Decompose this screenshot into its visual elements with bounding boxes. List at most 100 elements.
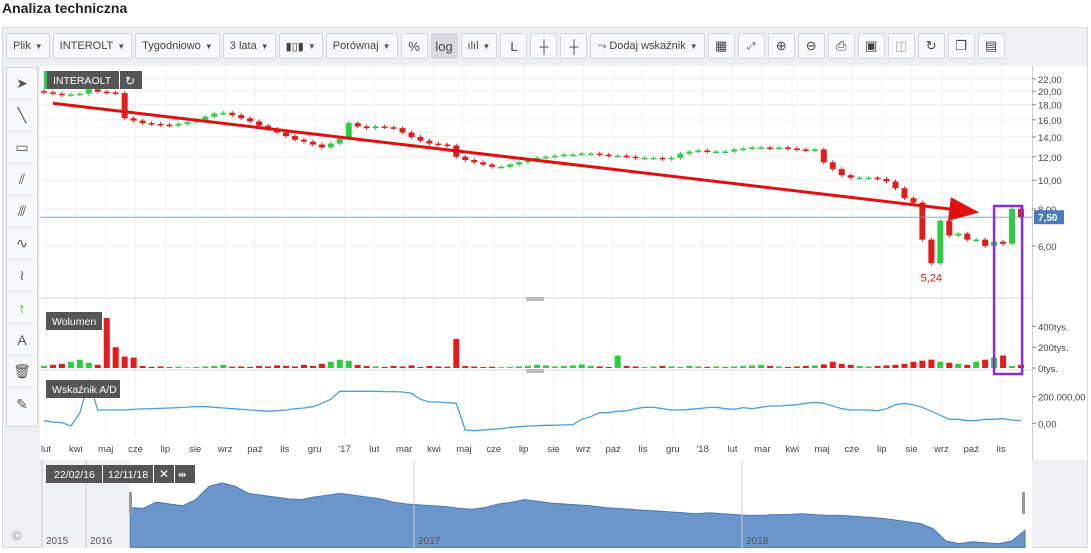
ruler-tool[interactable]: ✎: [7, 388, 37, 420]
arrow-tool[interactable]: ↑: [7, 292, 37, 324]
candle: [130, 118, 137, 121]
volume-bar: [256, 365, 263, 368]
candle: [964, 233, 971, 240]
candle: [838, 169, 845, 176]
log-button[interactable]: log: [430, 33, 458, 59]
volume-bar: [560, 365, 567, 368]
crosshair-value-button[interactable]: ┼: [560, 33, 588, 59]
candle: [85, 89, 92, 94]
x-tick-label: maj: [814, 444, 829, 455]
volume-bar: [865, 366, 872, 368]
grid-button[interactable]: ▦: [707, 33, 735, 59]
chart-image-button[interactable]: ◫: [887, 33, 915, 59]
volume-bar: [354, 364, 361, 368]
candle: [327, 143, 334, 148]
volume-bar: [103, 318, 110, 368]
candle: [632, 156, 639, 159]
volume-bar: [955, 363, 962, 368]
volume-bars-button[interactable]: ılıl ▼: [460, 33, 498, 59]
candle: [417, 136, 424, 141]
x-tick-label: maj: [456, 444, 471, 455]
candle: [67, 94, 74, 96]
candle: [614, 155, 621, 158]
parallel-tool[interactable]: ⫻: [7, 196, 37, 228]
window-button[interactable]: ❐: [947, 33, 975, 59]
volume-bar: [345, 360, 352, 368]
main-chart[interactable]: lut kwi maj cze lip sie wrz paź lis gru '17 lut mar k…: [40, 66, 1032, 460]
volume-bar: [901, 363, 908, 368]
rectangle-tool[interactable]: ▭: [7, 132, 37, 164]
min-price-label: 5,24: [921, 272, 942, 284]
cursor-tool[interactable]: ➤: [7, 68, 37, 100]
file-menu[interactable]: Plik ▼: [6, 33, 50, 59]
navigator-handle-left: [129, 492, 132, 514]
print-button[interactable]: ⎙: [827, 33, 855, 59]
volume-tick-label: 200tys.: [1038, 343, 1069, 354]
range-select[interactable]: 3 lata ▼: [222, 33, 276, 59]
volume-bar: [309, 365, 316, 368]
candle: [507, 164, 514, 167]
wave2-tool[interactable]: ≀: [7, 260, 37, 292]
zoom-in-button[interactable]: ⊕: [767, 33, 795, 59]
candle: [390, 127, 397, 129]
candle: [408, 132, 415, 137]
volume-bar: [569, 365, 576, 368]
volume-bar: [525, 365, 532, 368]
volume-bar: [973, 361, 980, 368]
zoom-out-button[interactable]: ⊖: [797, 33, 825, 59]
volume-bar: [291, 366, 298, 368]
volume-bar: [336, 359, 343, 368]
image-button[interactable]: ▣: [857, 33, 885, 59]
crosshair-button[interactable]: ┼: [530, 33, 558, 59]
compare-select[interactable]: Porównaj ▼: [325, 33, 398, 59]
fan-tool[interactable]: ⫽: [7, 164, 37, 196]
line-tool[interactable]: ╲: [7, 100, 37, 132]
volume-bar: [793, 366, 800, 368]
wave-tool[interactable]: ∿: [7, 228, 37, 260]
candle: [184, 122, 191, 124]
chart-type-select[interactable]: ▮▯▮ ▼: [278, 33, 323, 59]
refresh-button[interactable]: ↻: [917, 33, 945, 59]
volume-bar: [274, 365, 281, 368]
wave2-icon: ≀: [19, 267, 25, 283]
zoom-in-icon: ⊕: [775, 38, 787, 53]
text-icon: A: [17, 331, 27, 348]
volume-bar: [435, 366, 442, 368]
y-tick-label: 22,00: [1038, 75, 1062, 86]
trash-tool[interactable]: 🗑: [7, 356, 37, 388]
chevron-down-icon: ▼: [117, 41, 126, 51]
percent-button[interactable]: %: [400, 33, 428, 59]
nav-to-date: 12/11/18: [108, 469, 148, 481]
candle: [444, 144, 451, 147]
candle: [229, 112, 236, 116]
volume-bar: [462, 365, 469, 368]
line-icon: ╲: [17, 107, 27, 123]
text-tool[interactable]: A: [7, 324, 37, 356]
interval-select[interactable]: Tygodniowo ▼: [135, 33, 220, 59]
volume-bar: [318, 363, 325, 368]
volume-bar: [856, 365, 863, 368]
x-tick-label: maj: [98, 444, 113, 455]
navigator[interactable]: 2015 2016 2017 2018 22/02/16 12/11/18 ✕ ⇹: [40, 460, 1032, 549]
x-tick-label: lip: [877, 444, 887, 455]
candle: [820, 149, 827, 163]
add-indicator-button[interactable]: ⤳ Dodaj wskaźnik ▼: [590, 33, 705, 59]
volume-bar: [408, 365, 415, 368]
volume-bar: [300, 364, 307, 368]
compare-label: Porównaj: [332, 40, 379, 52]
l-button[interactable]: L: [500, 33, 528, 59]
volume-bar: [767, 365, 774, 368]
x-tick-label: kwi: [785, 444, 799, 455]
fullscreen-button[interactable]: ⤢: [737, 33, 765, 59]
symbol-select[interactable]: INTEROLT ▼: [52, 33, 133, 59]
y-axis-svg: 22,0020,0018,0016,0014,0012,0010,008,006…: [1031, 66, 1086, 460]
document-button[interactable]: ▤: [977, 33, 1005, 59]
image-icon: ▣: [865, 38, 878, 53]
x-tick-label: sie: [906, 444, 918, 455]
navigator-year-label: 2017: [418, 536, 441, 547]
volume-bar: [596, 366, 603, 368]
volume-bar: [480, 366, 487, 368]
candle: [560, 154, 567, 157]
candle: [578, 153, 585, 156]
volume-bar: [946, 362, 953, 368]
